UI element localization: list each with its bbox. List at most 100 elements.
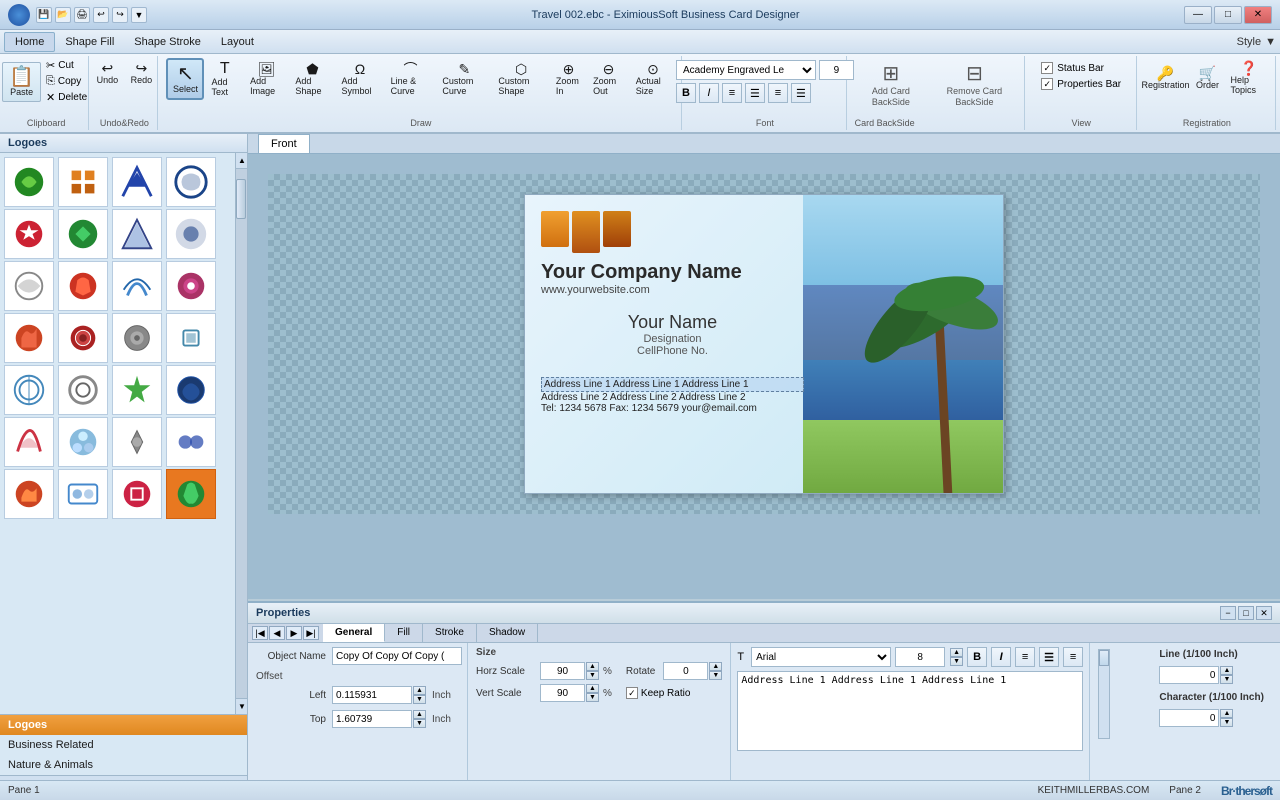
vert-spin-down[interactable]: ▼	[586, 693, 599, 702]
tab-fill[interactable]: Fill	[385, 624, 423, 642]
list-item[interactable]	[166, 157, 216, 207]
zoom-in-button[interactable]: ⊕ Zoom In	[551, 59, 586, 99]
add-text-button[interactable]: T Add Text	[206, 58, 243, 100]
custom-shape-button[interactable]: ⬡ Custom Shape	[493, 59, 549, 99]
text-editor[interactable]: Address Line 1 Address Line 1 Address Li…	[737, 671, 1083, 751]
list-item[interactable]	[58, 209, 108, 259]
menu-shape-fill[interactable]: Shape Fill	[55, 32, 124, 52]
top-spin-up[interactable]: ▲	[413, 710, 426, 719]
list-item[interactable]	[112, 157, 162, 207]
prop-font-select[interactable]: Arial	[751, 647, 891, 667]
align-left-button[interactable]: ≡	[722, 83, 742, 103]
menu-layout[interactable]: Layout	[211, 32, 264, 52]
object-name-input[interactable]	[332, 647, 462, 665]
minimize-button[interactable]: —	[1184, 6, 1212, 24]
paste-button[interactable]: 📋 Paste	[2, 62, 41, 102]
nav-prev-button[interactable]: ◀	[269, 626, 285, 640]
keep-ratio-checkbox[interactable]: ✓ Keep Ratio	[626, 687, 690, 699]
list-item[interactable]	[4, 157, 54, 207]
tab-stroke[interactable]: Stroke	[423, 624, 477, 642]
properties-bar-checkbox[interactable]: ✓ Properties Bar	[1041, 78, 1121, 90]
font-size-spin-down[interactable]: ▼	[950, 657, 963, 666]
status-bar-checkbox[interactable]: ✓ Status Bar	[1041, 62, 1121, 74]
list-item[interactable]	[112, 313, 162, 363]
remove-card-backside-button[interactable]: ⊟ Remove Card BackSide	[931, 58, 1017, 111]
line-curve-button[interactable]: ⌒ Line & Curve	[386, 59, 436, 99]
list-item[interactable]	[58, 313, 108, 363]
char-spacing-input[interactable]	[1159, 709, 1219, 727]
properties-close-button[interactable]: ✕	[1256, 606, 1272, 620]
font-select[interactable]: Academy Engraved Le	[676, 60, 816, 80]
list-item[interactable]	[4, 261, 54, 311]
add-image-button[interactable]: 🖼 Add Image	[245, 59, 288, 99]
list-item[interactable]	[4, 365, 54, 415]
font-size-spin-up[interactable]: ▲	[950, 648, 963, 657]
actual-size-button[interactable]: ⊙ Actual Size	[631, 59, 675, 99]
list-item[interactable]	[166, 365, 216, 415]
list-item[interactable]	[112, 417, 162, 467]
redo-button[interactable]: ↪ Redo	[125, 58, 157, 88]
help-topics-button[interactable]: ❓ Help Topics	[1226, 58, 1273, 98]
list-item[interactable]	[4, 469, 54, 519]
list-item[interactable]	[166, 313, 216, 363]
char-spacing-spin-up[interactable]: ▲	[1220, 709, 1233, 718]
add-card-backside-button[interactable]: ⊞ Add Card BackSide	[855, 58, 928, 111]
line-spacing-spin-down[interactable]: ▼	[1220, 675, 1233, 684]
add-shape-button[interactable]: ⬟ Add Shape	[290, 59, 334, 99]
nav-next-button[interactable]: ▶	[286, 626, 302, 640]
list-item[interactable]	[58, 157, 108, 207]
left-spin-up[interactable]: ▲	[413, 686, 426, 695]
char-spacing-spin-down[interactable]: ▼	[1220, 718, 1233, 727]
order-button[interactable]: 🛒 Order	[1192, 63, 1224, 93]
logo-grid-scrollbar[interactable]: ▲ ▼	[235, 153, 247, 714]
line-spacing-input[interactable]	[1159, 666, 1219, 684]
horz-spin-down[interactable]: ▼	[586, 671, 599, 680]
list-item[interactable]	[4, 209, 54, 259]
left-spin-down[interactable]: ▼	[413, 695, 426, 704]
align-center-button[interactable]: ☰	[745, 83, 765, 103]
canvas-content[interactable]: Your Company Name www.yourwebsite.com Yo…	[248, 154, 1280, 599]
cut-button[interactable]: ✂ Cut	[43, 58, 90, 73]
save-quick-icon[interactable]: 💾	[36, 7, 52, 23]
rotate-spin-down[interactable]: ▼	[709, 671, 722, 680]
list-item[interactable]	[58, 469, 108, 519]
undo-button[interactable]: ↩ Undo	[91, 58, 123, 88]
business-card[interactable]: Your Company Name www.yourwebsite.com Yo…	[524, 194, 1004, 494]
justify-button[interactable]: ☰	[791, 83, 811, 103]
add-symbol-button[interactable]: Ω Add Symbol	[336, 59, 383, 99]
horz-scale-input[interactable]	[540, 662, 585, 680]
scroll-thumb[interactable]	[236, 179, 246, 219]
redo-quick-icon[interactable]: ↪	[112, 7, 128, 23]
text-scrollbar[interactable]	[1098, 649, 1110, 739]
open-quick-icon[interactable]: 📂	[55, 7, 71, 23]
top-input[interactable]	[332, 710, 412, 728]
close-button[interactable]: ✕	[1244, 6, 1272, 24]
list-item[interactable]	[58, 261, 108, 311]
tab-general[interactable]: General	[323, 624, 385, 642]
tab-shadow[interactable]: Shadow	[477, 624, 538, 642]
copy-button[interactable]: ⎘ Copy	[43, 74, 90, 89]
prop-bold-button[interactable]: B	[967, 647, 987, 667]
properties-minimize-button[interactable]: −	[1220, 606, 1236, 620]
menu-shape-stroke[interactable]: Shape Stroke	[124, 32, 211, 52]
list-item[interactable]	[112, 209, 162, 259]
custom-curve-button[interactable]: ✎ Custom Curve	[437, 59, 491, 99]
list-item[interactable]	[58, 365, 108, 415]
nav-last-button[interactable]: ▶|	[303, 626, 319, 640]
rotate-spin-up[interactable]: ▲	[709, 662, 722, 671]
vert-scale-input[interactable]	[540, 684, 585, 702]
category-logoes[interactable]: Logoes	[0, 715, 247, 735]
list-item[interactable]	[166, 417, 216, 467]
print-quick-icon[interactable]: 🖨	[74, 7, 90, 23]
delete-button[interactable]: ✕ Delete	[43, 90, 90, 105]
scroll-down-button[interactable]: ▼	[236, 698, 247, 714]
prop-align-left-button[interactable]: ≡	[1015, 647, 1035, 667]
canvas-tab-label[interactable]: Front	[258, 134, 310, 153]
zoom-out-button[interactable]: ⊖ Zoom Out	[588, 59, 629, 99]
list-item[interactable]	[112, 261, 162, 311]
nav-first-button[interactable]: |◀	[252, 626, 268, 640]
undo-quick-icon[interactable]: ↩	[93, 7, 109, 23]
list-item[interactable]	[166, 209, 216, 259]
menu-home[interactable]: Home	[4, 32, 55, 52]
dropdown-quick-icon[interactable]: ▼	[131, 7, 147, 23]
